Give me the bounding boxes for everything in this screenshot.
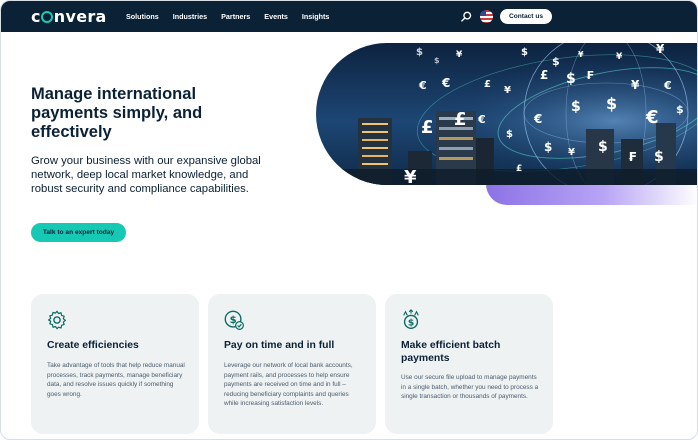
dollar-check-icon: $ xyxy=(224,310,244,330)
hero-illustration: $ $ ¥ $ $ ¥ ¥ ¥ € € £ ¥ £ $ ₣ ¥ € £ £ € xyxy=(316,43,697,185)
svg-text:$: $ xyxy=(571,99,581,115)
feature-card-efficiencies: Create efficiencies Take advantage of to… xyxy=(31,294,199,434)
svg-text:€: € xyxy=(477,113,486,126)
nav-link-industries[interactable]: Industries xyxy=(173,12,207,21)
nav-link-solutions[interactable]: Solutions xyxy=(126,12,159,21)
svg-text:¥: ¥ xyxy=(568,147,575,158)
svg-text:¥: ¥ xyxy=(631,78,640,92)
svg-text:$: $ xyxy=(566,71,576,87)
top-navigation: c nvera Solutions Industries Partners Eve… xyxy=(1,1,697,32)
svg-text:£: £ xyxy=(484,79,491,90)
svg-text:¥: ¥ xyxy=(578,50,584,59)
contact-us-button[interactable]: Contact us xyxy=(500,9,552,24)
hero-subtitle: Grow your business with our expansive gl… xyxy=(31,155,261,195)
nav-link-events[interactable]: Events xyxy=(264,12,288,21)
svg-text:¥: ¥ xyxy=(656,43,665,56)
svg-text:$: $ xyxy=(544,140,552,154)
search-icon[interactable] xyxy=(461,11,472,22)
svg-text:£: £ xyxy=(540,68,548,82)
us-flag-icon[interactable] xyxy=(480,10,493,23)
convera-logo[interactable]: c nvera xyxy=(31,7,107,26)
svg-text:$: $ xyxy=(416,47,423,58)
card-body: Leverage our network of local bank accou… xyxy=(224,362,353,408)
svg-text:¥: ¥ xyxy=(504,85,511,96)
svg-text:€: € xyxy=(663,79,672,92)
svg-text:$: $ xyxy=(598,139,608,155)
card-title: Make efficient batch payments xyxy=(401,340,501,364)
svg-text:$: $ xyxy=(552,55,560,68)
card-body: Take advantage of tools that help reduce… xyxy=(47,362,185,398)
page-frame: c nvera Solutions Industries Partners Eve… xyxy=(0,0,698,440)
svg-text:£: £ xyxy=(516,164,522,174)
nav-link-insights[interactable]: Insights xyxy=(302,12,330,21)
svg-text:€: € xyxy=(418,79,427,92)
card-title: Pay on time and in full xyxy=(224,340,335,351)
gear-icon xyxy=(47,310,67,330)
svg-text:£: £ xyxy=(421,117,434,138)
svg-text:¥: ¥ xyxy=(616,52,623,62)
feature-card-batch-payments: $ Make efficient batch payments Use our … xyxy=(385,294,553,434)
svg-text:€: € xyxy=(533,112,542,126)
svg-text:€: € xyxy=(441,76,450,90)
svg-text:₣: ₣ xyxy=(586,69,594,82)
svg-text:$: $ xyxy=(434,56,440,65)
svg-text:¥: ¥ xyxy=(404,167,417,185)
svg-text:₣: ₣ xyxy=(628,150,636,164)
svg-text:€: € xyxy=(645,107,659,128)
feature-card-pay-on-time: $ Pay on time and in full Leverage our n… xyxy=(208,294,376,434)
talk-to-expert-button[interactable]: Talk to an expert today xyxy=(31,223,126,242)
svg-text:£: £ xyxy=(454,109,467,130)
card-body: Use our secure file upload to manage pay… xyxy=(401,374,539,401)
hero-title: Manage international payments simply, an… xyxy=(31,85,203,141)
hero-city-globe-image: $ $ ¥ $ $ ¥ ¥ ¥ € € £ ¥ £ $ ₣ ¥ € £ £ € xyxy=(316,43,697,185)
svg-text:¥: ¥ xyxy=(456,50,463,60)
nav-links: Solutions Industries Partners Events Ins… xyxy=(126,12,343,21)
svg-text:$: $ xyxy=(654,149,664,165)
svg-text:$: $ xyxy=(506,129,513,140)
svg-text:$: $ xyxy=(408,318,414,329)
card-title: Create efficiencies xyxy=(47,340,139,351)
svg-text:$: $ xyxy=(606,94,617,113)
batch-payment-icon: $ xyxy=(403,309,419,329)
svg-text:$: $ xyxy=(676,103,684,116)
nav-link-partners[interactable]: Partners xyxy=(221,12,250,21)
svg-text:$: $ xyxy=(521,47,528,58)
